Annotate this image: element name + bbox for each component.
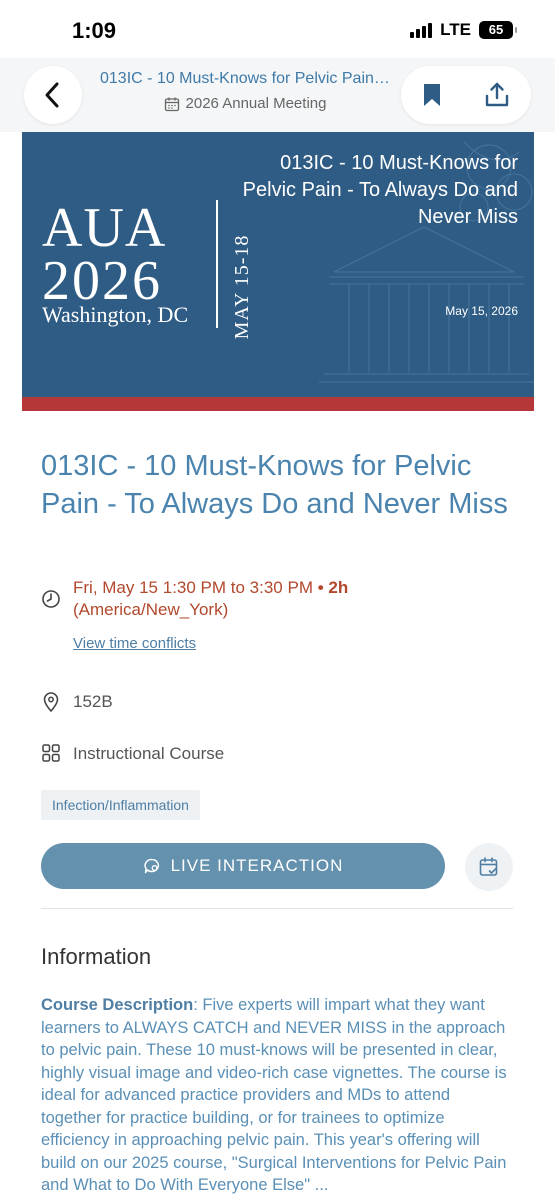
session-type: Instructional Course [73,744,225,763]
battery-level: 65 [488,22,504,37]
session-location: 152B [73,692,113,711]
banner-divider [216,200,218,328]
nav-actions [401,66,531,124]
nav-title: 013IC - 10 Must-Knows for Pelvic Pain - … [100,70,390,87]
banner-date: May 15, 2026 [445,304,518,318]
location-pin-icon [43,692,59,713]
aua-logo-dates: MAY 15-18 [231,234,253,340]
session-details: 013IC - 10 Must-Knows for Pelvic Pain - … [22,411,534,1200]
session-title: 013IC - 10 Must-Knows for Pelvic Pain - … [41,450,508,520]
session-location-row: 152B [41,691,113,713]
aua-logo-word: AUA [42,197,167,259]
duration-separator: • [312,578,329,597]
course-description: Course Description: Five experts will im… [41,994,511,1197]
network-type: LTE [440,20,471,39]
battery-icon: 65 [479,21,517,39]
signal-icon [410,22,433,38]
session-time: Fri, May 15 1:30 PM to 3:30 PM • 2h (Ame… [73,577,403,621]
status-time: 1:09 [72,18,117,43]
section-divider [41,908,513,909]
grid-icon [42,744,60,762]
session-time-main: Fri, May 15 1:30 PM to 3:30 PM [73,578,313,597]
calendar-check-icon [479,857,498,876]
banner-title: 013IC - 10 Must-Knows for Pelvic Pain - … [242,152,518,228]
session-time-row: Fri, May 15 1:30 PM to 3:30 PM • 2h (Ame… [41,577,403,621]
aua-logo-city: Washington, DC [42,302,189,327]
aua-logo-year: 2026 [42,250,162,312]
chevron-left-icon [45,82,59,108]
session-timezone: (America/New_York) [73,600,229,619]
course-description-label: Course Description [41,996,194,1014]
view-time-conflicts-link[interactable]: View time conflicts [73,635,196,652]
nav-subtitle-text: 2026 Annual Meeting [185,95,327,112]
live-interaction-label: LIVE INTERACTION [170,856,344,875]
back-button[interactable] [24,66,82,124]
nav-header: 013IC - 10 Must-Knows for Pelvic Pain - … [0,58,555,132]
course-description-text: : Five experts will impart what they wan… [41,996,507,1194]
live-interaction-button[interactable]: LIVE INTERACTION [41,843,445,889]
event-banner: AUA 2026 Washington, DC MAY 15-18 013IC … [22,132,534,397]
information-heading: Information [41,944,152,969]
banner-stripe [22,397,534,411]
chat-bubble-icon [143,858,159,874]
topic-tag[interactable]: Infection/Inflammation [41,790,200,820]
session-type-row: Instructional Course [41,743,224,765]
add-to-schedule-button[interactable] [465,843,513,891]
clock-icon [42,590,60,608]
status-bar: 1:09 LTE 65 [0,0,555,58]
nav-subtitle: 2026 Annual Meeting [100,95,390,112]
session-duration: 2h [328,578,349,597]
share-icon[interactable] [483,81,511,109]
status-indicators: LTE 65 [410,20,517,40]
calendar-icon [164,97,179,111]
bookmark-icon[interactable] [421,82,443,108]
